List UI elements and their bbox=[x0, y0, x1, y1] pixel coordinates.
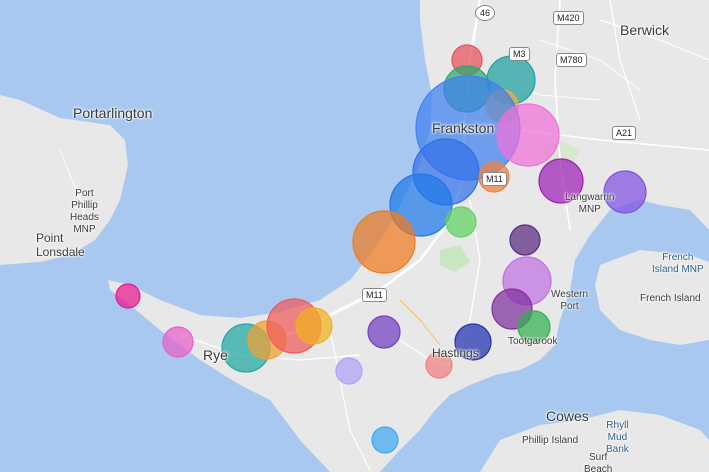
place-label-portarlington: Portarlington bbox=[73, 105, 153, 121]
place-label-french-island: French Island bbox=[640, 293, 701, 304]
map-marker-m25[interactable] bbox=[335, 357, 363, 385]
place-label-port-phillip-heads: Port Phillip Heads MNP bbox=[70, 188, 99, 235]
place-label-langwarrin: Langwarrin MNP bbox=[565, 192, 615, 215]
map-marker-m24[interactable] bbox=[367, 315, 401, 349]
place-label-rhyll-mud-bank: Rhyll Mud Bank bbox=[606, 420, 629, 455]
place-label-rye: Rye bbox=[203, 347, 228, 363]
place-label-hastings: Hastings bbox=[432, 346, 479, 360]
road-shield-m11: M11 bbox=[482, 172, 507, 186]
road-shield-46: 46 bbox=[475, 5, 496, 21]
map-marker-m13[interactable] bbox=[445, 206, 477, 238]
road-shield-m780: M780 bbox=[556, 53, 587, 67]
map-marker-m23[interactable] bbox=[295, 307, 333, 345]
place-label-frankston: Frankston bbox=[432, 120, 495, 136]
place-label-tootgarook: Tootgarook bbox=[508, 336, 558, 347]
road-shield-m420: M420 bbox=[553, 11, 584, 25]
place-label-surf-beach: Surf Beach bbox=[584, 452, 613, 472]
map-marker-m14[interactable] bbox=[509, 224, 541, 256]
place-label-phillip-island: Phillip Island bbox=[522, 435, 579, 446]
place-label-french-island-mnp: French Island MNP bbox=[652, 252, 704, 275]
map-marker-m12[interactable] bbox=[352, 210, 416, 274]
map-marker-m6[interactable] bbox=[496, 103, 560, 167]
map-canvas[interactable]: Berwick Portarlington Frankston Port Phi… bbox=[0, 0, 709, 472]
map-marker-m18[interactable] bbox=[115, 283, 141, 309]
road-shield-m11-south: M11 bbox=[362, 288, 387, 302]
place-label-western-port: Western Port bbox=[551, 289, 589, 312]
map-base bbox=[0, 0, 709, 472]
place-label-berwick: Berwick bbox=[620, 22, 670, 38]
map-marker-m19[interactable] bbox=[162, 326, 194, 358]
place-label-point-lonsdale: Point Lonsdale bbox=[36, 231, 85, 259]
road-shield-a21: A21 bbox=[612, 126, 637, 140]
map-marker-m28[interactable] bbox=[371, 426, 399, 454]
road-shield-m3: M3 bbox=[509, 47, 530, 61]
place-label-cowes: Cowes bbox=[546, 408, 589, 424]
